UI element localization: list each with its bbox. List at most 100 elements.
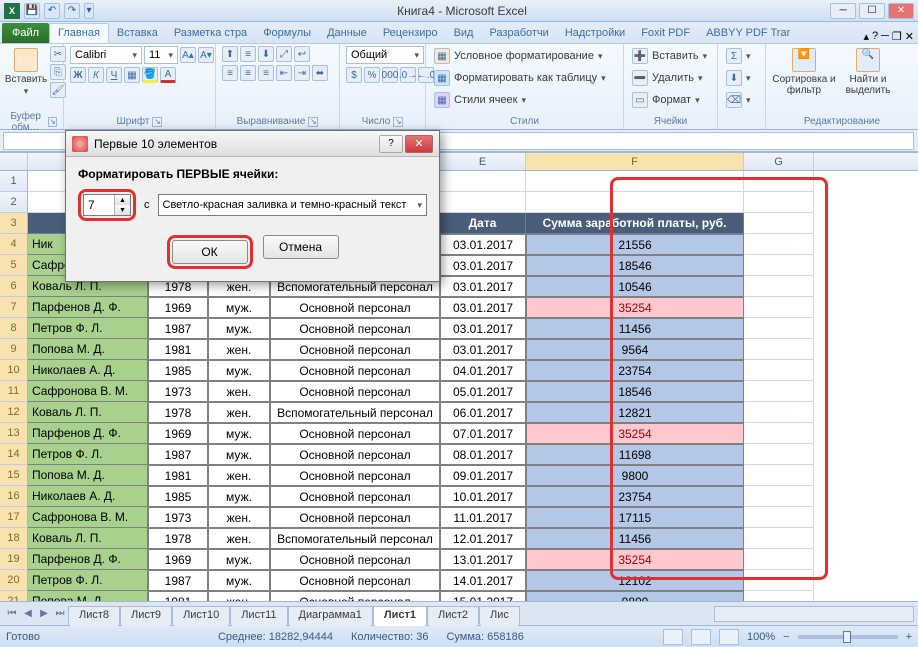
ribbon-tab-4[interactable]: Данные [319, 23, 375, 43]
row-header[interactable]: 6 [0, 276, 28, 297]
spin-up-icon[interactable]: ▲ [114, 195, 130, 205]
cell-gender[interactable]: жен. [208, 528, 270, 549]
align-center-icon[interactable]: ≡ [240, 65, 256, 81]
cell-sum[interactable]: 35254 [526, 549, 744, 570]
cell-year[interactable]: 1987 [148, 444, 208, 465]
col-E[interactable]: E [440, 153, 526, 170]
cell-date[interactable]: 03.01.2017 [440, 255, 526, 276]
cell-year[interactable]: 1969 [148, 549, 208, 570]
cell-sum[interactable]: 12821 [526, 402, 744, 423]
cell-year[interactable]: 1969 [148, 423, 208, 444]
cell-date[interactable]: 14.01.2017 [440, 570, 526, 591]
cell-sum[interactable]: 21556 [526, 234, 744, 255]
cell-name[interactable]: Парфенов Д. Ф. [28, 423, 148, 444]
cell-gender[interactable]: муж. [208, 297, 270, 318]
cell-sum[interactable]: 23754 [526, 486, 744, 507]
cell-name[interactable]: Парфенов Д. Ф. [28, 549, 148, 570]
row-header[interactable]: 8 [0, 318, 28, 339]
sheet-tab[interactable]: Лист9 [120, 606, 172, 626]
clipboard-dialog-launcher[interactable]: ↘ [48, 117, 57, 127]
cell-date[interactable]: 11.01.2017 [440, 507, 526, 528]
row-header[interactable]: 4 [0, 234, 28, 255]
save-icon[interactable]: 💾 [24, 3, 40, 19]
cell-dept[interactable]: Основной персонал [270, 591, 440, 601]
align-dialog-launcher[interactable]: ↘ [308, 117, 318, 127]
cell-dept[interactable]: Вспомогательный персонал [270, 528, 440, 549]
cell-dept[interactable]: Основной персонал [270, 381, 440, 402]
cell-name[interactable]: Николаев А. Д. [28, 360, 148, 381]
row-header[interactable]: 13 [0, 423, 28, 444]
ribbon-tab-5[interactable]: Рецензиро [375, 23, 446, 43]
dialog-close-button[interactable]: ✕ [405, 135, 433, 153]
cell-year[interactable]: 1981 [148, 339, 208, 360]
sheet-tab[interactable]: Лист1 [373, 606, 427, 626]
cell-date[interactable]: 12.01.2017 [440, 528, 526, 549]
cell-sum[interactable]: 35254 [526, 423, 744, 444]
row-header[interactable]: 1 [0, 171, 28, 192]
cell-year[interactable]: 1985 [148, 360, 208, 381]
ribbon-tab-9[interactable]: Foxit PDF [633, 23, 698, 43]
cell-sum[interactable]: 9564 [526, 339, 744, 360]
cell-dept[interactable]: Основной персонал [270, 444, 440, 465]
fill-color-icon[interactable]: 🪣 [142, 67, 158, 83]
row-header[interactable]: 12 [0, 402, 28, 423]
cell-name[interactable]: Коваль Л. П. [28, 402, 148, 423]
number-format-combo[interactable]: Общий▾ [346, 46, 424, 64]
cell-year[interactable]: 1978 [148, 402, 208, 423]
align-middle-icon[interactable]: ≡ [240, 46, 256, 62]
font-name-combo[interactable]: Calibri▾ [70, 46, 142, 64]
cell-sum[interactable]: 9800 [526, 591, 744, 601]
ws-close-icon[interactable]: ✕ [905, 30, 914, 43]
italic-icon[interactable]: К [88, 67, 104, 83]
find-select-button[interactable]: 🔍Найти и выделить [840, 46, 896, 96]
row-header[interactable]: 9 [0, 339, 28, 360]
tab-nav-last-icon[interactable]: ⏭ [52, 606, 68, 622]
cell-year[interactable]: 1981 [148, 591, 208, 601]
header-E[interactable]: Дата [440, 213, 526, 234]
cell-year[interactable]: 1973 [148, 507, 208, 528]
format-combo[interactable]: Светло-красная заливка и темно-красный т… [158, 194, 428, 216]
cell-year[interactable]: 1973 [148, 381, 208, 402]
sheet-tab[interactable]: Лист2 [427, 606, 479, 626]
col-F[interactable]: F [526, 153, 744, 170]
font-size-combo[interactable]: 11▾ [144, 46, 178, 64]
cell-gender[interactable]: жен. [208, 591, 270, 601]
cell-gender[interactable]: муж. [208, 318, 270, 339]
cell-name[interactable]: Парфенов Д. Ф. [28, 297, 148, 318]
row-header[interactable]: 7 [0, 297, 28, 318]
align-left-icon[interactable]: ≡ [222, 65, 238, 81]
cell-date[interactable]: 15.01.2017 [440, 591, 526, 601]
select-all-corner[interactable] [0, 153, 28, 170]
row-header[interactable]: 21 [0, 591, 28, 601]
undo-icon[interactable]: ↶ [44, 3, 60, 19]
inc-decimal-icon[interactable]: .0→ [400, 67, 416, 83]
col-G[interactable]: G [744, 153, 814, 170]
shrink-font-icon[interactable]: A▾ [198, 47, 214, 63]
tab-nav-first-icon[interactable]: ⏮ [4, 606, 20, 622]
ribbon-tab-0[interactable]: Главная [49, 23, 109, 43]
align-top-icon[interactable]: ⬆ [222, 46, 238, 62]
zoom-in-icon[interactable]: + [906, 631, 912, 643]
cell-year[interactable]: 1969 [148, 297, 208, 318]
dialog-help-button[interactable]: ? [379, 135, 403, 153]
cell-date[interactable]: 09.01.2017 [440, 465, 526, 486]
ribbon-tab-6[interactable]: Вид [446, 23, 482, 43]
cancel-button[interactable]: Отмена [263, 235, 339, 259]
help-icon[interactable]: ? [872, 30, 878, 43]
row-header[interactable]: 15 [0, 465, 28, 486]
ws-min-icon[interactable]: ─ [881, 30, 889, 43]
cell-year[interactable]: 1987 [148, 570, 208, 591]
ribbon-tab-8[interactable]: Надстройки [557, 23, 633, 43]
percent-icon[interactable]: % [364, 67, 380, 83]
merge-icon[interactable]: ⬌ [312, 65, 328, 81]
ribbon-tab-10[interactable]: ABBYY PDF Trar [698, 23, 798, 43]
cell-name[interactable]: Николаев А. Д. [28, 486, 148, 507]
ribbon-tab-7[interactable]: Разработчи [481, 23, 556, 43]
maximize-button[interactable]: ☐ [859, 3, 885, 19]
font-color-icon[interactable]: A [160, 67, 176, 83]
cell-styles-button[interactable]: ▦Стили ячеек▾ [432, 90, 528, 110]
dialog-titlebar[interactable]: Первые 10 элементов ? ✕ [66, 131, 439, 157]
cell-gender[interactable]: муж. [208, 423, 270, 444]
border-icon[interactable]: ▦ [124, 67, 140, 83]
format-cells-button[interactable]: ▭Формат▾ [630, 90, 702, 110]
